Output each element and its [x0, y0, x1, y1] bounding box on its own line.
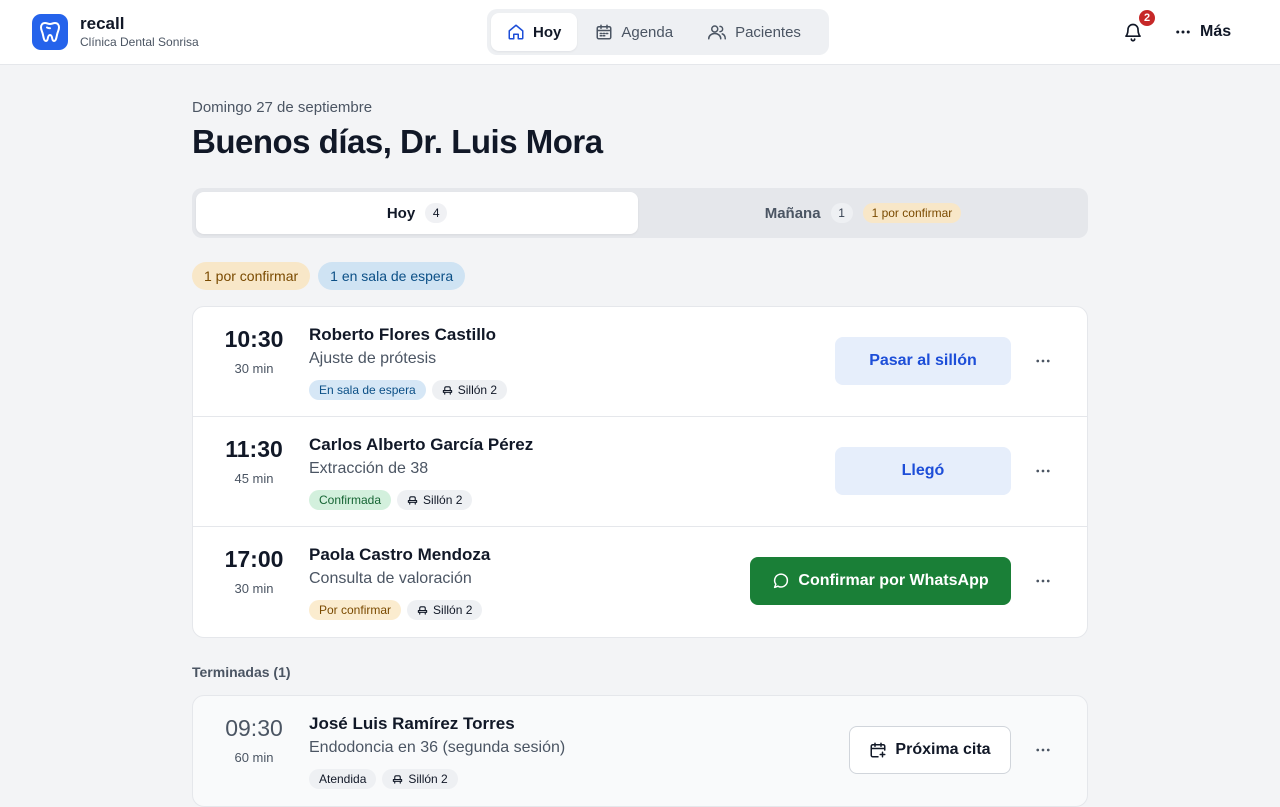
- appointment-duration: 30 min: [234, 361, 274, 376]
- chair-badge: Sillón 2: [431, 380, 508, 400]
- status-badge: Atendida: [309, 769, 377, 789]
- tab-count: 1: [830, 203, 853, 223]
- more-label: Más: [1200, 23, 1232, 40]
- procedure: Endodoncia en 36 (segunda sesión): [309, 739, 566, 756]
- day-tabs: Hoy 4 Mañana 1 1 por confirmar: [192, 188, 1088, 238]
- nav-item-label: Pacientes: [735, 23, 801, 41]
- nav-item-pacientes[interactable]: Pacientes: [691, 13, 817, 51]
- filter-por-confirmar[interactable]: 1 por confirmar: [192, 262, 311, 290]
- appointment-menu-button[interactable]: [1031, 738, 1055, 762]
- chair-icon: [417, 605, 428, 615]
- nav-item-label: Hoy: [533, 23, 562, 41]
- more-horizontal-icon: [1036, 579, 1050, 583]
- patient-name: Paola Castro Mendoza: [309, 545, 491, 564]
- appointment-time: 10:30: [224, 326, 284, 352]
- confirmar-whatsapp-button[interactable]: Confirmar por WhatsApp: [750, 557, 1011, 605]
- tab-label: Hoy: [386, 204, 416, 222]
- procedure: Consulta de valoración: [309, 570, 472, 587]
- llego-button[interactable]: Llegó: [835, 447, 1011, 495]
- more-horizontal-icon: [1036, 748, 1050, 752]
- page-title: Buenos días, Dr. Luis Mora: [192, 123, 603, 160]
- status-badge: Por confirmar: [309, 600, 402, 620]
- finished-list: 09:30 60 min José Luis Ramírez Torres En…: [192, 695, 1088, 807]
- chair-badge: Sillón 2: [407, 600, 483, 620]
- pasar-al-sillon-button[interactable]: Pasar al sillón: [835, 337, 1011, 385]
- appointment-duration: 45 min: [234, 471, 274, 486]
- status-badge: Confirmada: [309, 490, 392, 510]
- appointment-row[interactable]: 10:30 30 min Roberto Flores Castillo Aju…: [193, 307, 1087, 417]
- tooth-logo-icon: [32, 14, 68, 50]
- nav-item-label: Agenda: [621, 23, 674, 41]
- proxima-cita-button[interactable]: Próxima cita: [849, 726, 1011, 774]
- current-date: Domingo 27 de septiembre: [192, 99, 373, 116]
- procedure: Ajuste de prótesis: [309, 350, 437, 367]
- chair-label: Sillón 2: [423, 493, 463, 507]
- appointment-menu-button[interactable]: [1031, 569, 1055, 593]
- chair-icon: [442, 385, 452, 395]
- app-name: recall: [80, 14, 125, 33]
- main-nav: Hoy Agenda Pacientes: [487, 9, 829, 55]
- appointment-row[interactable]: 09:30 60 min José Luis Ramírez Torres En…: [193, 696, 1087, 806]
- appointment-time: 17:00: [224, 546, 284, 572]
- filter-sala-de-espera[interactable]: 1 en sala de espera: [318, 262, 466, 290]
- patient-name: José Luis Ramírez Torres: [309, 714, 515, 733]
- appointment-row[interactable]: 17:00 30 min Paola Castro Mendoza Consul…: [193, 527, 1087, 637]
- button-label: Próxima cita: [895, 741, 991, 758]
- message-circle-icon: [774, 573, 789, 589]
- chair-badge: Sillón 2: [397, 490, 473, 510]
- tab-count: 4: [425, 203, 448, 223]
- appointment-time: 09:30: [225, 715, 283, 741]
- appointment-duration: 30 min: [234, 581, 274, 596]
- status-filters: 1 por confirmar 1 en sala de espera: [192, 262, 466, 290]
- appointment-menu-button[interactable]: [1031, 459, 1055, 483]
- appointment-menu-button[interactable]: [1031, 349, 1055, 373]
- chair-icon: [407, 495, 418, 505]
- more-horizontal-icon: [1036, 469, 1050, 473]
- patient-name: Carlos Alberto García Pérez: [309, 435, 534, 454]
- tab-hoy[interactable]: Hoy 4: [196, 192, 638, 234]
- brand[interactable]: recall Clínica Dental Sonrisa: [32, 14, 199, 50]
- procedure: Extracción de 38: [309, 460, 429, 477]
- more-horizontal-icon: [1036, 359, 1050, 363]
- appointment-row[interactable]: 11:30 45 min Carlos Alberto García Pérez…: [193, 417, 1087, 527]
- chair-badge: Sillón 2: [382, 769, 458, 789]
- patient-name: Roberto Flores Castillo: [309, 325, 497, 344]
- calendar-icon: [596, 24, 612, 40]
- tab-manana[interactable]: Mañana 1 1 por confirmar: [642, 192, 1084, 234]
- nav-item-agenda[interactable]: Agenda: [579, 13, 689, 51]
- more-horizontal-icon: [1176, 30, 1190, 34]
- tab-label: Mañana: [764, 204, 821, 222]
- button-label: Confirmar por WhatsApp: [798, 572, 989, 589]
- appointment-duration: 60 min: [234, 750, 274, 765]
- calendar-plus-icon: [870, 742, 886, 758]
- pending-confirmation-badge: 1 por confirmar: [862, 203, 962, 223]
- nav-item-hoy[interactable]: Hoy: [491, 13, 578, 51]
- home-icon: [508, 24, 524, 40]
- more-menu-button[interactable]: Más: [1174, 19, 1231, 45]
- appointment-time: 11:30: [225, 436, 283, 462]
- finished-section-title: Terminadas (1): [192, 664, 291, 680]
- chair-label: Sillón 2: [408, 772, 448, 786]
- users-icon: [708, 25, 727, 40]
- notifications-badge: 2: [1137, 8, 1157, 28]
- top-bar: recall Clínica Dental Sonrisa Hoy Agenda…: [0, 0, 1280, 65]
- chair-icon: [393, 774, 403, 784]
- clinic-name: Clínica Dental Sonrisa: [80, 35, 199, 49]
- chair-label: Sillón 2: [457, 383, 498, 397]
- appointments-list: 10:30 30 min Roberto Flores Castillo Aju…: [192, 306, 1088, 638]
- status-badge: En sala de espera: [309, 380, 426, 400]
- chair-label: Sillón 2: [433, 603, 473, 617]
